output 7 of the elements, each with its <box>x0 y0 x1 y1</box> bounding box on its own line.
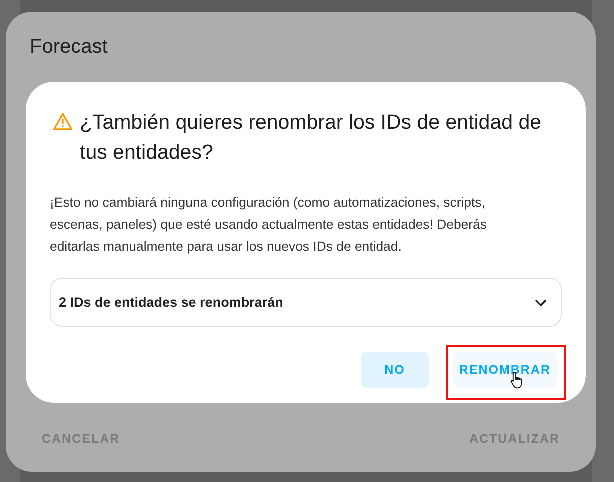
warning-message: ¡Esto no cambiará ninguna configuración (como automatizaciones, scripts, escenas, paneles) que esté usando actualmente estas entidades! Deberás editarlas manualmente para usar los nuevos IDs de entidad. <box>50 194 488 256</box>
confirm-title: ¿También quieres renombrar los IDs de entidad de tus entidades? <box>80 110 542 166</box>
dialog-title: Forecast <box>30 36 108 59</box>
rename-button[interactable]: RENOMBRAR <box>453 352 557 388</box>
no-button[interactable]: NO <box>360 352 430 388</box>
entity-ids-expander[interactable]: 2 IDs de entidades se renombrarán <box>50 278 562 327</box>
warning-icon <box>52 112 74 132</box>
